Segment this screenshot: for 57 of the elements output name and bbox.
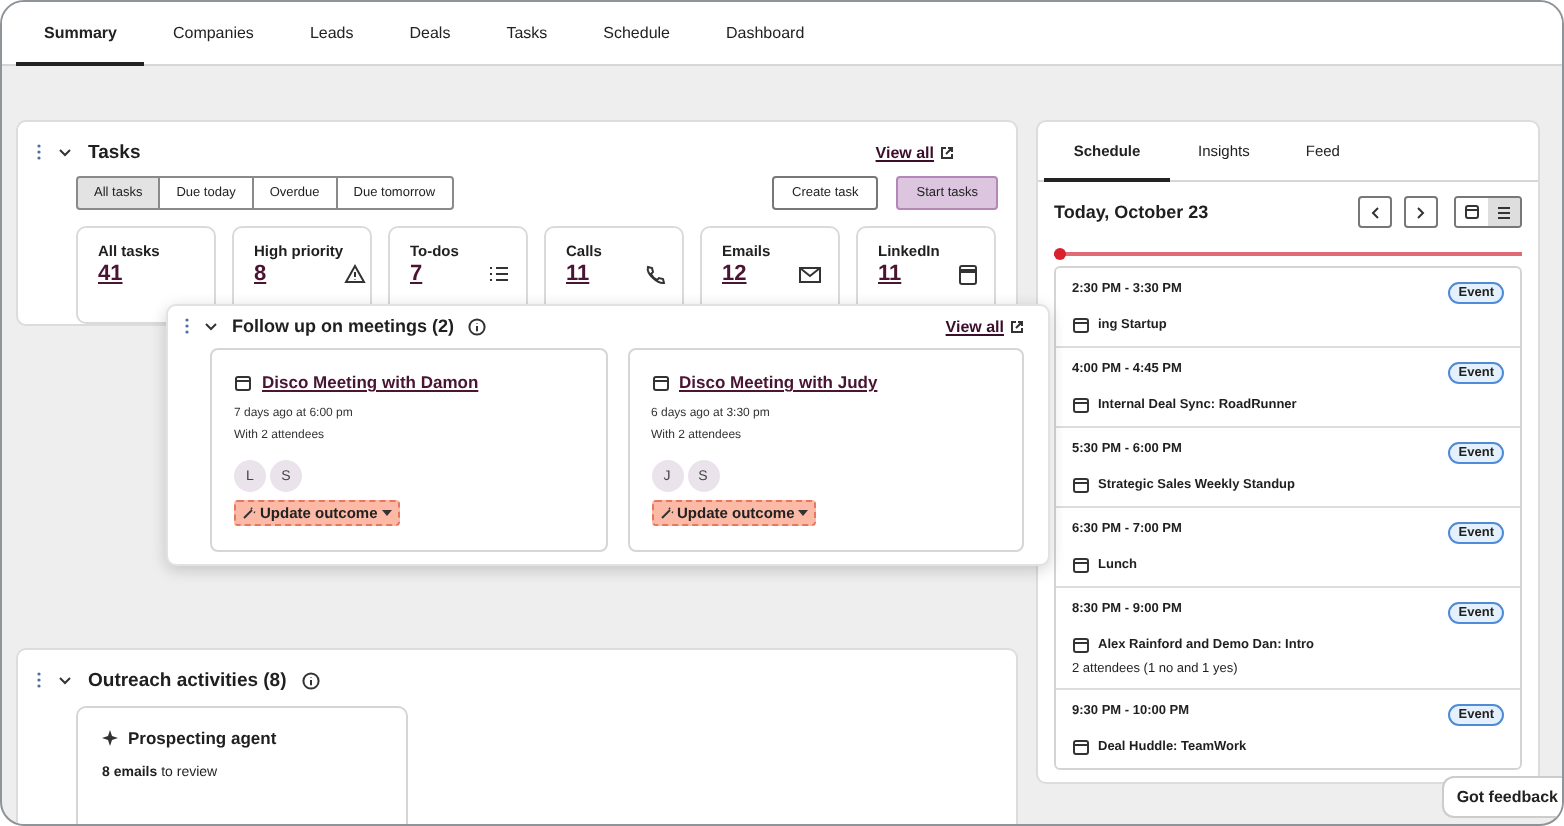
calendar-icon — [1072, 636, 1090, 654]
stat-count[interactable]: 11 — [566, 262, 590, 286]
info-icon — [302, 671, 321, 689]
nav-tab[interactable]: Deals — [381, 2, 479, 66]
meeting-link[interactable]: Disco Meeting with Judy — [679, 372, 878, 392]
feedback-button[interactable]: Got feedback — [1442, 776, 1562, 818]
calendar-icon — [234, 373, 252, 391]
nav-tab[interactable]: Companies — [144, 2, 282, 66]
chevron-down-icon — [204, 321, 218, 331]
caret-icon — [798, 510, 809, 516]
previous-button[interactable] — [1358, 196, 1392, 228]
wand-icon — [242, 506, 256, 520]
sparkle-icon — [102, 730, 118, 746]
warning-icon — [343, 264, 366, 284]
calendar-icon — [1072, 476, 1090, 494]
meeting-link[interactable]: Disco Meeting with Damon — [262, 372, 479, 392]
drag-handle-icon — [184, 318, 190, 334]
chevron-right-icon — [1416, 205, 1426, 219]
stat-count[interactable]: 8 — [254, 262, 267, 286]
chevron-down-icon — [58, 147, 72, 157]
calendar-icon — [1072, 556, 1090, 574]
caret-icon — [381, 510, 392, 516]
stat-count[interactable]: 12 — [722, 262, 747, 286]
chevron-left-icon — [1370, 205, 1380, 219]
list-icon — [1496, 205, 1512, 219]
next-button[interactable] — [1404, 196, 1438, 228]
drag-handle-icon — [36, 144, 42, 160]
chevron-down-icon — [58, 675, 72, 685]
view-all-link[interactable]: View all — [875, 143, 934, 161]
nav-tab[interactable]: Summary — [16, 2, 145, 66]
agent-title: Prospecting agent — [128, 728, 277, 748]
external-link-icon — [940, 145, 954, 159]
calendar-icon — [1072, 316, 1090, 334]
phone-icon — [644, 263, 666, 285]
nav-tab[interactable]: Leads — [281, 2, 382, 66]
nav-tab[interactable]: Schedule — [575, 2, 698, 66]
stat-count[interactable]: 11 — [878, 262, 902, 286]
envelope-icon — [798, 265, 822, 283]
linkedin-icon — [958, 263, 978, 285]
nav-tab[interactable]: Dashboard — [698, 2, 833, 66]
info-icon — [468, 317, 486, 335]
calendar-icon — [1072, 396, 1090, 414]
calendar-icon — [1464, 204, 1480, 220]
external-link-icon — [1010, 319, 1024, 333]
nav-tab[interactable]: Tasks — [478, 2, 576, 66]
stat-count[interactable]: 41 — [98, 262, 123, 286]
wand-icon — [659, 506, 673, 520]
list-view-button[interactable] — [1488, 198, 1520, 226]
calendar-icon — [1072, 738, 1090, 756]
date-heading: Today, October 23 — [1054, 202, 1209, 222]
drag-handle-icon — [36, 672, 42, 688]
panel-title: Tasks — [88, 141, 141, 163]
panel-title: Outreach activities (8) — [88, 669, 287, 691]
checklist-icon — [488, 264, 510, 284]
current-time-dot — [1054, 248, 1066, 260]
calendar-icon — [651, 373, 669, 391]
stat-count[interactable]: 7 — [410, 262, 423, 286]
